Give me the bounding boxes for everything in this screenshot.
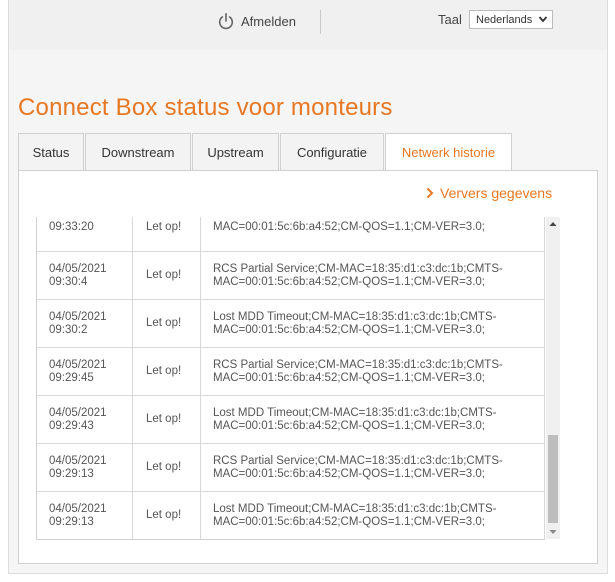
scroll-up-icon[interactable] xyxy=(546,217,560,231)
tab-label: Netwerk historie xyxy=(401,145,496,160)
header-divider xyxy=(320,10,321,34)
tab-downstream[interactable]: Downstream xyxy=(85,133,191,170)
page-title: Connect Box status voor monteurs xyxy=(18,94,393,121)
cell-message: Lost MDD Timeout;CM-MAC=18:35:d1:c3:dc:1… xyxy=(201,300,545,347)
cell-datetime: 09:33:20 xyxy=(37,217,133,251)
app-frame: Afmelden Taal Nederlands Connect Box sta… xyxy=(8,0,608,574)
cell-datetime: 04/05/2021 09:30:4 xyxy=(37,252,133,299)
cell-datetime: 04/05/2021 09:29:43 xyxy=(37,396,133,443)
tab-configuratie[interactable]: Configuratie xyxy=(280,133,384,170)
tab-status[interactable]: Status xyxy=(18,133,84,170)
cell-message: Lost MDD Timeout;CM-MAC=18:35:d1:c3:dc:1… xyxy=(201,396,545,443)
cell-datetime-date: 04/05/2021 xyxy=(49,310,107,323)
cell-priority: Let op! xyxy=(133,492,201,539)
cell-priority: Let op! xyxy=(133,300,201,347)
cell-datetime-date: 04/05/2021 xyxy=(49,406,107,419)
cell-priority: Let op! xyxy=(133,396,201,443)
cell-priority: Let op! xyxy=(133,348,201,395)
cell-priority-priority: Let op! xyxy=(146,413,182,425)
tab-label: Configuratie xyxy=(296,144,368,160)
history-table[interactable]: 09:33:20 Let op! MAC=00:01:5c:6b:a4:52;CM-… xyxy=(36,217,545,540)
table-row: 09:33:20 Let op! MAC=00:01:5c:6b:a4:52;CM-… xyxy=(37,217,545,252)
scrollbar-thumb[interactable] xyxy=(548,435,558,523)
cell-message-msg2: MAC=00:01:5c:6b:a4:52;CM-QOS=1.1;CM-VER=… xyxy=(213,275,485,288)
cell-datetime-date: 04/05/2021 xyxy=(49,502,107,515)
cell-priority-priority: Let op! xyxy=(146,461,182,473)
cell-datetime: 04/05/2021 09:30:2 xyxy=(37,300,133,347)
cell-message-msg2: MAC=00:01:5c:6b:a4:52;CM-QOS=1.1;CM-VER=… xyxy=(213,515,485,528)
cell-message: RCS Partial Service;CM-MAC=18:35:d1:c3:d… xyxy=(201,348,545,395)
logout-button[interactable]: Afmelden xyxy=(217,10,296,32)
cell-datetime: 04/05/2021 09:29:45 xyxy=(37,348,133,395)
cell-datetime-date: 04/05/2021 xyxy=(49,454,107,467)
table-row: 04/05/2021 09:30:2 Let op! Lost MDD Timeout… xyxy=(37,300,545,348)
cell-message-msg1: RCS Partial Service;CM-MAC=18:35:d1:c3:d… xyxy=(213,358,503,371)
cell-datetime: 04/05/2021 09:29:13 xyxy=(37,492,133,539)
logout-label: Afmelden xyxy=(241,13,296,29)
tab-label: Upstream xyxy=(207,144,264,160)
history-panel: Ververs gegevens 09:33:20 Let op! MAC=00:0… xyxy=(18,170,598,564)
cell-datetime-date: 04/05/2021 xyxy=(49,358,107,371)
cell-message-msg2: MAC=00:01:5c:6b:a4:52;CM-QOS=1.1;CM-VER=… xyxy=(213,467,485,480)
tab-bar: Status Downstream Upstream Configuratie … xyxy=(18,133,513,171)
chevron-down-icon xyxy=(538,16,548,23)
cell-message-msg1: RCS Partial Service;CM-MAC=18:35:d1:c3:d… xyxy=(213,454,503,467)
tab-netwerk-historie[interactable]: Netwerk historie xyxy=(385,133,512,171)
table-row: 04/05/2021 09:29:43 Let op! Lost MDD Timeou… xyxy=(37,396,545,444)
tab-upstream[interactable]: Upstream xyxy=(192,133,279,170)
refresh-link[interactable]: Ververs gegevens xyxy=(426,185,552,201)
cell-datetime-time: 09:29:45 xyxy=(49,371,94,384)
cell-datetime-time: 09:29:13 xyxy=(49,467,94,480)
cell-datetime-date: 04/05/2021 xyxy=(49,262,107,275)
cell-datetime-time: 09:30:4 xyxy=(49,275,88,288)
chevron-right-icon xyxy=(426,187,434,199)
power-icon xyxy=(218,12,234,30)
cell-priority: Let op! xyxy=(133,217,201,251)
cell-datetime-time: 09:29:13 xyxy=(49,515,94,528)
language-selected-value: Nederlands xyxy=(476,13,533,26)
cell-message-msg2: MAC=00:01:5c:6b:a4:52;CM-QOS=1.1;CM-VER=… xyxy=(213,323,485,336)
table-row: 04/05/2021 09:29:45 Let op! RCS Partial Ser… xyxy=(37,348,545,396)
cell-message: RCS Partial Service;CM-MAC=18:35:d1:c3:d… xyxy=(201,444,545,491)
cell-message-msg1: Lost MDD Timeout;CM-MAC=18:35:d1:c3:dc:1… xyxy=(213,310,497,323)
cell-message-msg2: MAC=00:01:5c:6b:a4:52;CM-QOS=1.1;CM-VER=… xyxy=(213,419,485,432)
cell-message-msg1: RCS Partial Service;CM-MAC=18:35:d1:c3:d… xyxy=(213,262,503,275)
vertical-scrollbar[interactable] xyxy=(546,217,560,539)
language-select[interactable]: Nederlands xyxy=(469,10,553,29)
cell-message-msg2: MAC=00:01:5c:6b:a4:52;CM-QOS=1.1;CM-VER=… xyxy=(213,221,485,233)
cell-priority-priority: Let op! xyxy=(146,365,182,377)
top-bar: Afmelden Taal Nederlands xyxy=(9,0,607,50)
cell-datetime-time: 09:30:2 xyxy=(49,323,88,336)
cell-priority: Let op! xyxy=(133,252,201,299)
cell-message: Lost MDD Timeout;CM-MAC=18:35:d1:c3:dc:1… xyxy=(201,492,545,539)
cell-message-msg2: MAC=00:01:5c:6b:a4:52;CM-QOS=1.1;CM-VER=… xyxy=(213,371,485,384)
cell-message: MAC=00:01:5c:6b:a4:52;CM-QOS=1.1;CM-VER=… xyxy=(201,217,545,251)
table-row: 04/05/2021 09:29:13 Let op! RCS Partial Ser… xyxy=(37,444,545,492)
cell-priority-priority: Let op! xyxy=(146,221,182,233)
table-row: 04/05/2021 09:30:4 Let op! RCS Partial Serv… xyxy=(37,252,545,300)
refresh-label: Ververs gegevens xyxy=(440,185,553,201)
cell-datetime-time: 09:33:20 xyxy=(49,221,94,233)
cell-datetime-time: 09:29:43 xyxy=(49,419,94,432)
history-rows: 09:33:20 Let op! MAC=00:01:5c:6b:a4:52;CM-… xyxy=(37,217,545,539)
tab-label: Downstream xyxy=(101,144,175,160)
table-row: 04/05/2021 09:29:13 Let op! Lost MDD Timeou… xyxy=(37,492,545,539)
cell-priority-priority: Let op! xyxy=(146,317,182,329)
tab-label: Status xyxy=(32,144,70,160)
cell-datetime: 04/05/2021 09:29:13 xyxy=(37,444,133,491)
cell-message-msg1: Lost MDD Timeout;CM-MAC=18:35:d1:c3:dc:1… xyxy=(213,406,497,419)
cell-message-msg1: Lost MDD Timeout;CM-MAC=18:35:d1:c3:dc:1… xyxy=(213,502,497,515)
language-label: Taal xyxy=(438,12,462,27)
cell-priority-priority: Let op! xyxy=(146,509,182,521)
cell-message: RCS Partial Service;CM-MAC=18:35:d1:c3:d… xyxy=(201,252,545,299)
cell-priority-priority: Let op! xyxy=(146,269,182,281)
cell-priority: Let op! xyxy=(133,444,201,491)
scroll-down-icon[interactable] xyxy=(546,525,560,539)
